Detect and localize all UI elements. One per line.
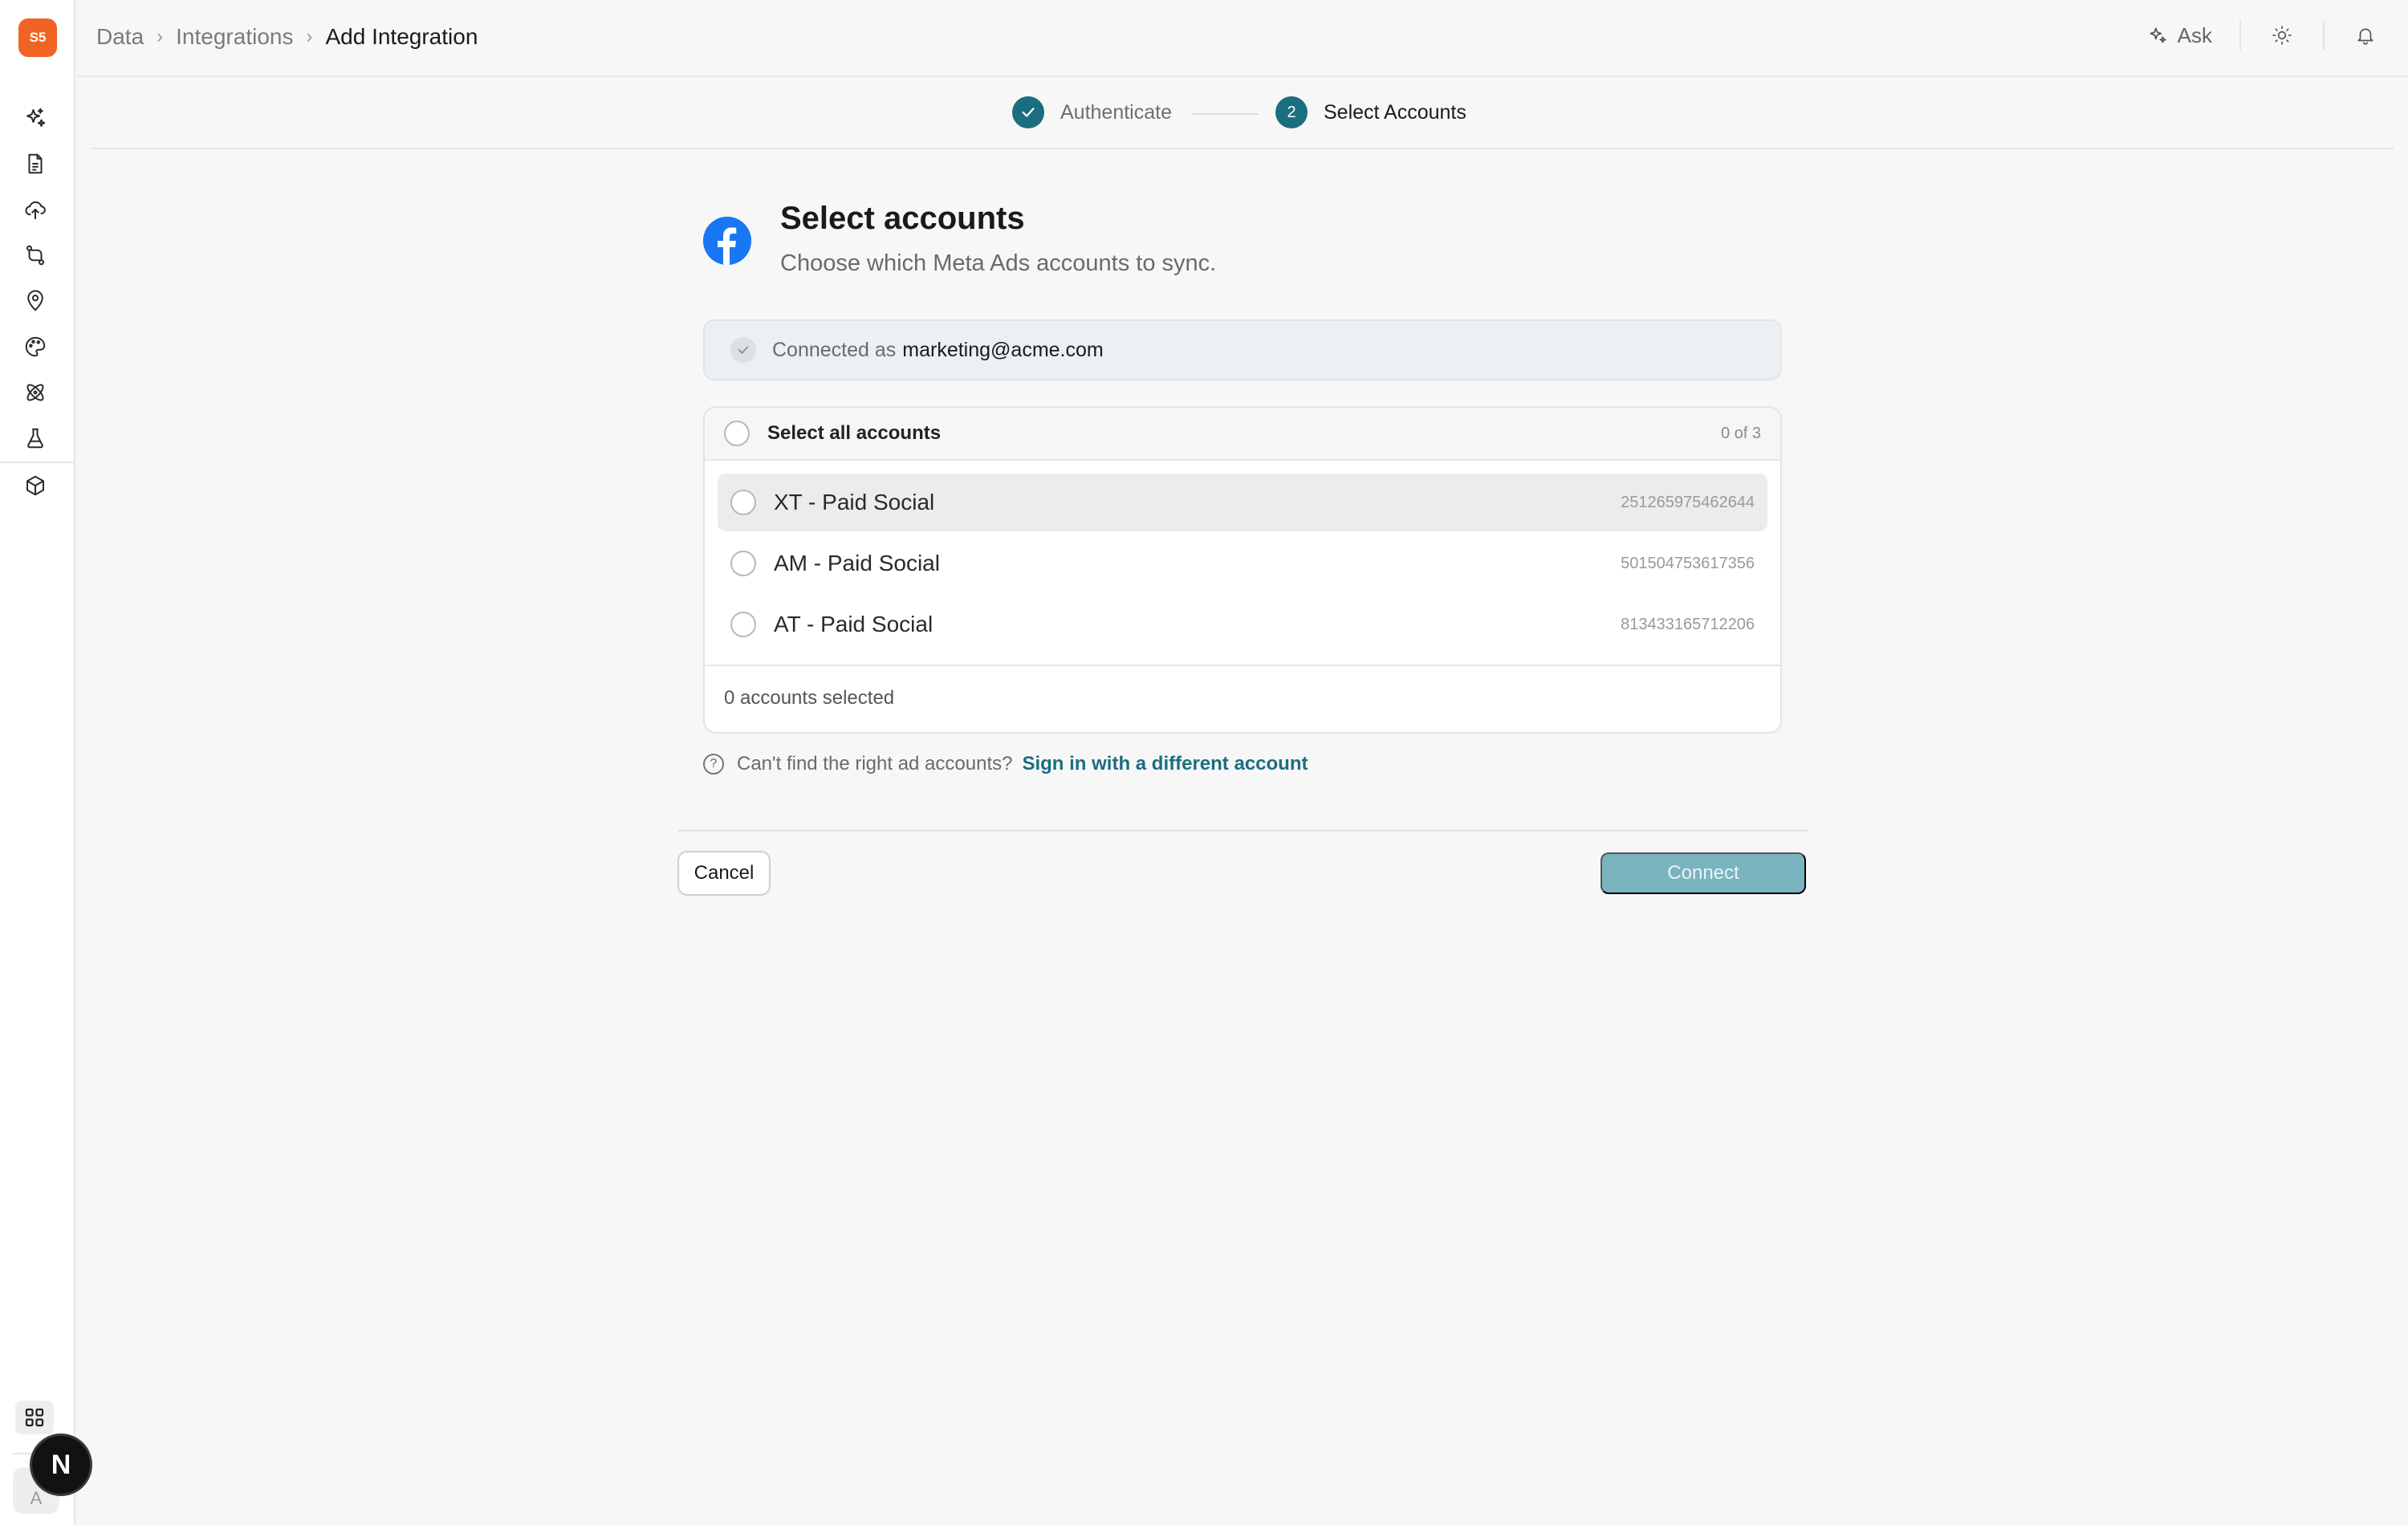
ask-label: Ask [2177,22,2212,47]
breadcrumb-current: Add Integration [325,24,478,49]
map-pin-icon[interactable] [22,287,49,315]
account-row[interactable]: AM - Paid Social 501504753617356 [718,535,1767,592]
atom-icon[interactable] [22,379,49,406]
account-checkbox[interactable] [730,551,756,576]
select-all-label: Select all accounts [767,422,942,444]
chevron-right-icon: › [306,26,313,47]
facebook-icon [703,217,751,265]
dev-badge[interactable]: N [30,1434,92,1496]
accounts-panel: Select all accounts 0 of 3 XT - Paid Soc… [703,406,1782,734]
account-row[interactable]: AT - Paid Social 813433165712206 [718,596,1767,653]
step-label: Authenticate [1060,100,1172,124]
bell-icon[interactable] [2352,22,2379,49]
connection-prefix: Connected as [772,338,897,361]
connection-banner: Connected as marketing@acme.com [703,319,1782,380]
cube-icon[interactable] [22,472,49,499]
account-name: XT - Paid Social [774,490,935,514]
ask-button[interactable]: Ask [2147,23,2212,48]
connection-email: marketing@acme.com [902,338,1104,361]
divider [2239,21,2241,50]
account-id: 251265975462644 [1621,493,1755,511]
account-list: XT - Paid Social 251265975462644 AM - Pa… [705,461,1780,666]
sparkles-icon [2150,27,2166,43]
footer-divider [677,830,1808,832]
account-checkbox[interactable] [730,490,756,515]
workspace-logo[interactable]: S5 [18,18,57,57]
grid-icon[interactable] [15,1401,54,1434]
selected-summary: 0 accounts selected [724,687,895,709]
cancel-button[interactable]: Cancel [677,851,771,896]
top-bar: Data › Integrations › Add Integration As… [77,0,2408,77]
cloud-upload-icon[interactable] [22,196,49,223]
sparkles-icon[interactable] [22,104,49,132]
flask-icon[interactable] [22,425,49,452]
step-label: Select Accounts [1324,100,1466,124]
check-circle-icon [730,337,756,363]
page-subtitle: Choose which Meta Ads accounts to sync. [780,250,1217,276]
select-all-checkbox[interactable] [724,421,750,446]
breadcrumb-data[interactable]: Data [96,24,144,50]
step-number: 2 [1275,96,1308,128]
selection-count: 0 of 3 [1720,424,1761,442]
help-text: Can't find the right ad accounts? [737,753,1013,775]
help-line: ? Can't find the right ad accounts? Sign… [703,753,1308,775]
breadcrumb: Data › Integrations › Add Integration [96,24,478,50]
breadcrumb-integrations[interactable]: Integrations [176,24,293,50]
sidebar-divider [0,462,75,463]
account-name: AT - Paid Social [774,612,934,636]
chevron-right-icon: › [157,26,164,47]
connect-button[interactable]: Connect [1601,852,1806,894]
account-name: AM - Paid Social [774,551,940,575]
step-connector [1192,113,1258,115]
palette-icon[interactable] [22,333,49,360]
step-select-accounts: 2 Select Accounts [1275,96,1466,128]
sidebar: S5 A N [0,0,92,1525]
account-id: 501504753617356 [1621,554,1755,572]
page-title: Select accounts [780,201,1025,236]
select-all-row[interactable]: Select all accounts 0 of 3 [705,408,1780,461]
account-row[interactable]: XT - Paid Social 251265975462644 [718,474,1767,531]
top-actions: Ask [2147,21,2379,50]
step-authenticate: Authenticate [1012,96,1172,128]
help-circle-icon: ? [703,754,724,775]
document-icon[interactable] [22,150,49,177]
check-icon [1012,96,1044,128]
account-id: 813433165712206 [1621,615,1755,633]
different-account-link[interactable]: Sign in with a different account [1022,753,1308,775]
account-checkbox[interactable] [730,612,756,637]
git-compare-icon[interactable] [22,242,49,269]
divider [2323,21,2325,50]
sun-icon[interactable] [2268,22,2296,49]
stepper: Authenticate 2 Select Accounts [91,79,2394,149]
